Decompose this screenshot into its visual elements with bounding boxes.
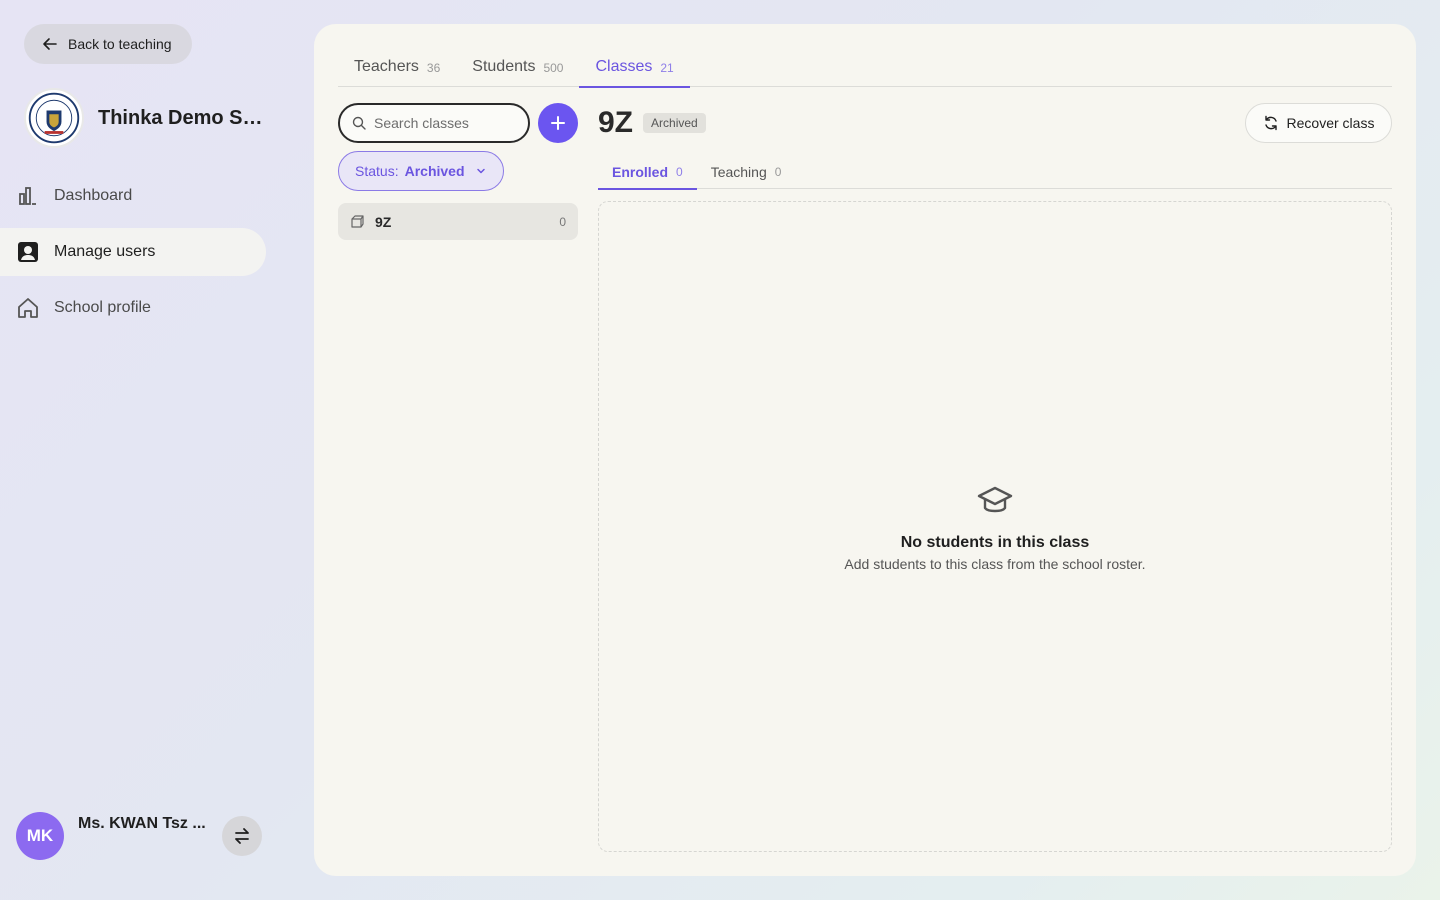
search-box — [338, 103, 530, 143]
sidebar-item-label: School profile — [54, 299, 151, 316]
tab-count: 500 — [543, 61, 564, 75]
sidebar-item-dashboard[interactable]: Dashboard — [0, 172, 266, 220]
sidebar: Back to teaching Thinka Demo Se... Dashb… — [0, 0, 290, 900]
user-type-tabs: Teachers 36 Students 500 Classes 21 — [338, 46, 1392, 88]
tab-label: Enrolled — [612, 164, 669, 180]
chevron-down-icon — [476, 168, 485, 174]
school-logo — [24, 88, 84, 148]
page-title: 9Z — [598, 106, 634, 139]
tab-label: Teachers — [354, 58, 419, 75]
home-icon — [18, 298, 38, 318]
tab-label: Teaching — [710, 164, 767, 180]
empty-state: No students in this class Add students t… — [598, 201, 1392, 852]
empty-subtitle: Add students to this class from the scho… — [844, 555, 1146, 572]
class-name: 9Z — [375, 213, 392, 230]
arrow-left-icon — [43, 38, 57, 50]
tab-teaching[interactable]: Teaching 0 — [697, 154, 796, 189]
tab-teachers[interactable]: Teachers 36 — [338, 46, 456, 87]
recover-label: Recover class — [1286, 115, 1375, 131]
filter-value: Archived — [404, 163, 465, 179]
switch-account-button[interactable] — [222, 816, 262, 856]
search-icon — [352, 116, 366, 130]
tab-label: Students — [472, 58, 536, 75]
school-name: Thinka Demo Se... — [98, 106, 268, 129]
user-badge-icon — [18, 242, 38, 262]
tab-count: 0 — [774, 165, 782, 179]
back-to-teaching-button[interactable]: Back to teaching — [24, 24, 192, 64]
sidebar-nav: Dashboard Manage users School profile — [0, 172, 266, 340]
add-class-button[interactable] — [538, 103, 578, 143]
main-panel: Teachers 36 Students 500 Classes 21 Stat… — [314, 24, 1416, 876]
avatar[interactable]: MK — [16, 812, 64, 860]
back-label: Back to teaching — [68, 36, 172, 52]
user-name: Ms. KWAN Tsz ... — [78, 815, 206, 832]
sidebar-item-label: Manage users — [54, 243, 156, 260]
school-header: Thinka Demo Se... — [24, 88, 268, 148]
sidebar-item-label: Dashboard — [54, 187, 133, 204]
tab-count: 0 — [676, 165, 683, 179]
sidebar-item-manage-users[interactable]: Manage users — [0, 228, 266, 276]
refresh-icon — [1264, 115, 1277, 131]
user-profile[interactable]: MK Ms. KWAN Tsz ... — [16, 812, 266, 860]
class-list-item[interactable]: 9Z 0 — [338, 203, 578, 240]
plus-icon — [551, 116, 565, 130]
sidebar-item-school-profile[interactable]: School profile — [0, 284, 266, 332]
status-filter-dropdown[interactable]: Status: Archived — [338, 151, 504, 191]
class-count: 0 — [559, 214, 566, 229]
tab-count: 21 — [660, 61, 674, 75]
bar-chart-icon — [19, 187, 36, 205]
filter-label: Status: — [355, 163, 399, 179]
graduation-cap-icon — [977, 486, 1013, 512]
swap-arrows-icon — [235, 828, 249, 844]
tab-students[interactable]: Students 500 — [456, 46, 579, 87]
class-header: 9Z Archived — [598, 106, 706, 140]
search-input[interactable] — [374, 115, 514, 131]
status-badge: Archived — [643, 113, 706, 133]
tab-label: Classes — [595, 58, 653, 75]
tab-enrolled[interactable]: Enrolled 0 — [598, 154, 697, 190]
empty-title: No students in this class — [900, 533, 1090, 551]
cube-icon — [351, 215, 364, 228]
tab-count: 36 — [426, 61, 441, 75]
class-member-tabs: Enrolled 0 Teaching 0 — [598, 154, 1392, 190]
recover-class-button[interactable]: Recover class — [1245, 103, 1392, 143]
tab-classes[interactable]: Classes 21 — [579, 46, 691, 88]
